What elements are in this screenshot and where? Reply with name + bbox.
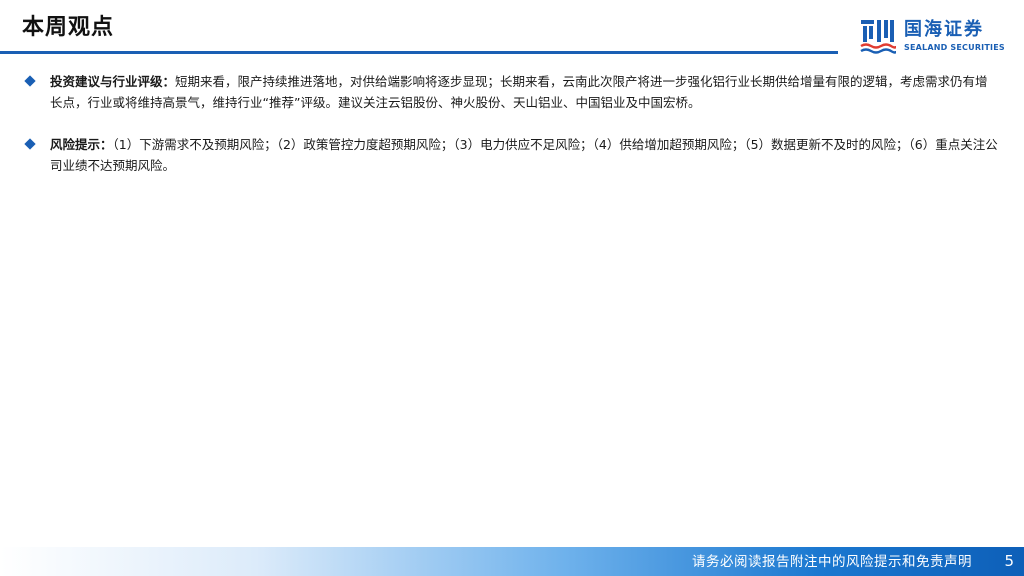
- diamond-bullet-icon: [24, 75, 36, 87]
- main-content: 投资建议与行业评级：短期来看，限产持续推进落地，对供给端影响将逐步显现；长期来看…: [24, 71, 999, 176]
- bullet-label: 投资建议与行业评级：: [50, 74, 176, 89]
- logo-chinese-name: 国海证券: [904, 19, 984, 40]
- footer-bar: 请务必阅读报告附注中的风险提示和免责声明 5: [0, 547, 1024, 576]
- bullet-label: 风险提示：: [50, 137, 113, 152]
- page-number: 5: [1004, 552, 1014, 570]
- bullet-text: （1）下游需求不及预期风险；（2）政策管控力度超预期风险；（3）电力供应不足风险…: [50, 137, 998, 173]
- page-title: 本周观点: [22, 15, 115, 40]
- company-logo: 国海证券 SEALAND SECURITIES: [860, 18, 1010, 58]
- logo-english-name: SEALAND SECURITIES: [904, 43, 1005, 52]
- bullet-investment-advice: 投资建议与行业评级：短期来看，限产持续推进落地，对供给端影响将逐步显现；长期来看…: [24, 71, 999, 113]
- sealand-logo-icon: [860, 20, 896, 54]
- diamond-bullet-icon: [24, 138, 36, 150]
- title-underline: [0, 51, 838, 54]
- bullet-text: 短期来看，限产持续推进落地，对供给端影响将逐步显现；长期来看，云南此次限产将进一…: [50, 74, 988, 110]
- footer-disclaimer: 请务必阅读报告附注中的风险提示和免责声明: [692, 554, 972, 570]
- bullet-risk-warning: 风险提示：（1）下游需求不及预期风险；（2）政策管控力度超预期风险；（3）电力供…: [24, 134, 999, 176]
